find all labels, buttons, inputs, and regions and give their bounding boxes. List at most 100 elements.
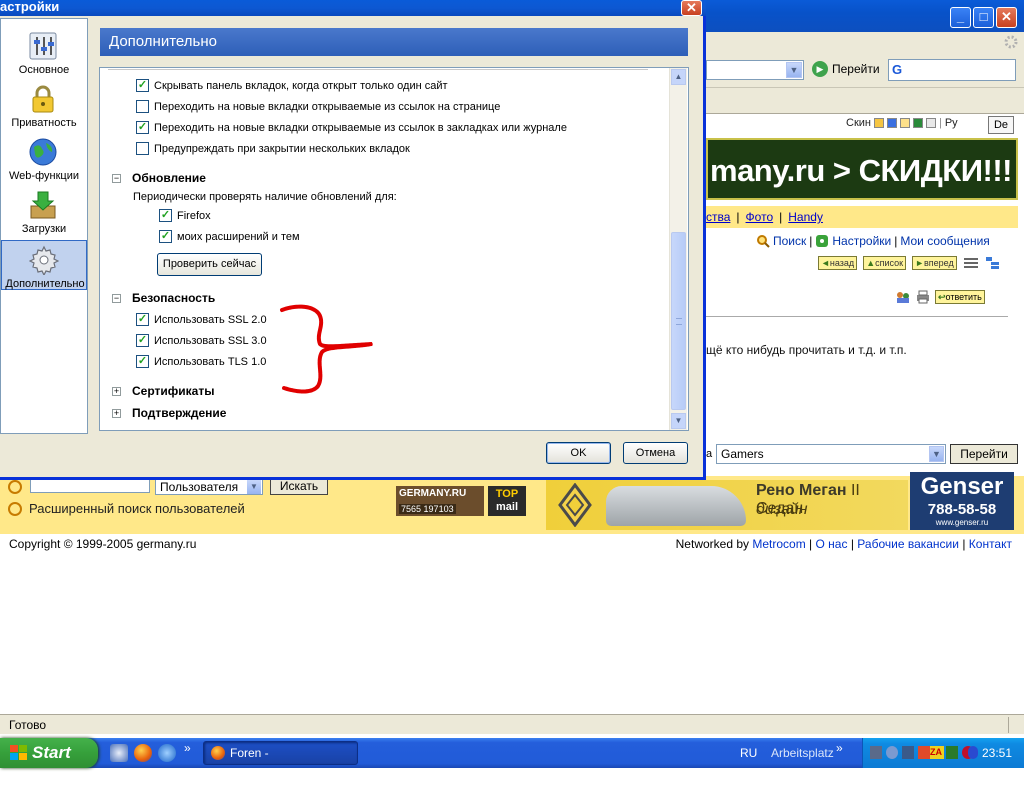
user-search-input[interactable] [30,479,150,493]
checkbox[interactable]: ✓ [159,209,172,222]
forum-jump-select[interactable]: Gamers ▼ [716,444,946,464]
topmail-badge[interactable]: TOP mail [488,486,526,516]
firefox-quicklaunch-icon[interactable] [134,744,152,762]
option-tls1[interactable]: ✓ Использовать TLS 1.0 [136,355,266,368]
metrocom-link[interactable]: Metrocom [752,537,805,551]
search-box[interactable]: G [888,59,1016,81]
option-update-extensions[interactable]: ✓ моих расширений и тем [159,230,300,243]
arbeitsplatz-toolbar[interactable]: Arbeitsplatz [771,746,834,760]
url-dropdown-icon[interactable]: ▼ [786,62,802,78]
section-security[interactable]: − Безопасность [112,291,215,305]
ie-quicklaunch-icon[interactable] [158,744,176,762]
scroll-down-icon[interactable]: ▼ [671,413,686,429]
about-link[interactable]: О нас [816,537,848,551]
menu-link-handy[interactable]: Handy [788,210,823,224]
go-button[interactable]: ▶ Перейти [812,61,880,77]
germany-counter-badge[interactable]: GERMANY.RU 7565 197103 [396,486,484,516]
option-switch-links-page[interactable]: Переходить на новые вкладки открываемые … [136,100,500,113]
volume-tray-icon[interactable] [886,746,898,759]
category-advanced[interactable]: Дополнительно [1,240,87,290]
skin-swatch-green[interactable] [912,118,923,128]
checkbox[interactable] [136,100,149,113]
skin-swatch-blue[interactable] [886,118,897,128]
dialog-titlebar[interactable]: астройки [0,0,706,16]
option-ssl3[interactable]: ✓ Использовать SSL 3.0 [136,334,267,347]
back-button[interactable]: ◄назад [818,256,858,270]
skin-swatch-check[interactable] [925,118,936,128]
quicklaunch-more[interactable]: » [184,741,191,755]
collapse-toggle-icon[interactable]: − [112,173,121,183]
category-general[interactable]: Основное [1,27,87,77]
menu-link-community[interactable]: ства [706,210,730,224]
quote-people-icon[interactable] [895,290,911,304]
scroll-up-icon[interactable]: ▲ [671,69,686,85]
checkbox[interactable]: ✓ [136,355,149,368]
expand-toggle-icon[interactable]: + [112,408,121,418]
ok-button[interactable]: OK [546,442,611,464]
zonealarm-tray-icon[interactable]: ZA [930,746,944,759]
app-tray-icon[interactable] [946,746,958,759]
print-icon[interactable] [915,290,931,304]
checkbox[interactable]: ✓ [136,334,149,347]
promo-banner[interactable]: many.ru > СКИДКИ!!! [706,138,1018,200]
menu-link-photo[interactable]: Фото [746,210,774,224]
monitor-tray-icon[interactable] [902,746,914,759]
forum-jump-button[interactable]: Перейти [950,444,1018,464]
checkbox[interactable]: ✓ [136,79,149,92]
show-desktop-icon[interactable] [110,744,128,762]
category-privacy[interactable]: Приватность [1,80,87,130]
check-now-button[interactable]: Проверить сейчас [157,253,262,276]
option-switch-links-bookmarks[interactable]: ✓ Переходить на новые вкладки открываемы… [136,121,567,134]
dialog-close-button[interactable]: ✕ [681,0,702,16]
checkbox[interactable] [136,142,149,155]
antivirus-tray-icon[interactable] [918,746,930,759]
taskbar-firefox-window[interactable]: Foren - GERMANY.RU... [203,741,358,782]
url-bar[interactable]: ▼ [706,60,804,80]
option-update-firefox[interactable]: ✓ Firefox [159,209,211,222]
category-web-features[interactable]: Web-функции [1,133,87,183]
collapse-toggle-icon[interactable]: − [112,293,121,303]
bluetooth-tray-icon[interactable] [968,746,978,759]
expand-toggle-icon[interactable]: + [112,386,121,396]
cancel-button[interactable]: Отмена [623,442,688,464]
browser-close-button[interactable]: ✕ [996,7,1017,28]
jobs-link[interactable]: Рабочие вакансии [857,537,959,551]
list-view-icon[interactable] [963,256,979,270]
my-messages-link[interactable]: Мои сообщения [900,234,989,248]
checkbox[interactable]: ✓ [159,230,172,243]
maximize-button[interactable]: □ [973,7,994,28]
option-hide-tabbar[interactable]: ✓ Скрывать панель вкладок, когда открыт … [136,79,448,92]
user-search-button[interactable]: Искать [270,478,328,495]
forum-settings-link[interactable]: Настройки [832,234,891,248]
skin-swatch-yellow[interactable] [873,118,884,128]
lang-ru-link[interactable]: Ру [945,117,958,129]
network-tray-icon[interactable] [870,746,882,759]
option-ssl2[interactable]: ✓ Использовать SSL 2.0 [136,313,267,326]
forward-button[interactable]: ►вперед [912,256,957,270]
section-update[interactable]: − Обновление [112,171,206,185]
section-validation[interactable]: + Подтверждение [112,406,226,420]
toolbar-more[interactable]: » [836,741,843,755]
language-indicator[interactable]: RU [740,746,757,760]
renault-ad-banner[interactable]: Рено Меган II Седан дизайн [546,480,908,530]
genser-ad[interactable]: Genser 788-58-58 www.genser.ru [910,472,1014,530]
user-search-type-select[interactable]: Пользователя ▼ [155,479,263,495]
tree-view-icon[interactable] [985,256,1001,270]
minimize-button[interactable]: _ [950,7,971,28]
category-downloads[interactable]: Загрузки [1,186,87,236]
chevron-down-icon[interactable]: ▼ [929,446,944,462]
section-certificates[interactable]: + Сертификаты [112,384,214,398]
forum-search-link[interactable]: Поиск [773,234,806,248]
skin-swatch-light[interactable] [899,118,910,128]
advanced-user-search-link[interactable]: Расширенный поиск пользователей [29,501,245,516]
option-warn-close-tabs[interactable]: Предупреждать при закрытии нескольких вк… [136,142,410,155]
lang-de-button[interactable]: De [988,116,1014,134]
checkbox[interactable]: ✓ [136,121,149,134]
clock[interactable]: 23:51 [982,746,1012,760]
contact-link[interactable]: Контакт [969,537,1012,551]
reply-button[interactable]: ↩ответить [935,290,985,304]
checkbox[interactable]: ✓ [136,313,149,326]
list-button[interactable]: ▲список [863,256,907,270]
google-icon[interactable]: G [892,62,902,77]
chevron-down-icon[interactable]: ▼ [247,480,261,494]
